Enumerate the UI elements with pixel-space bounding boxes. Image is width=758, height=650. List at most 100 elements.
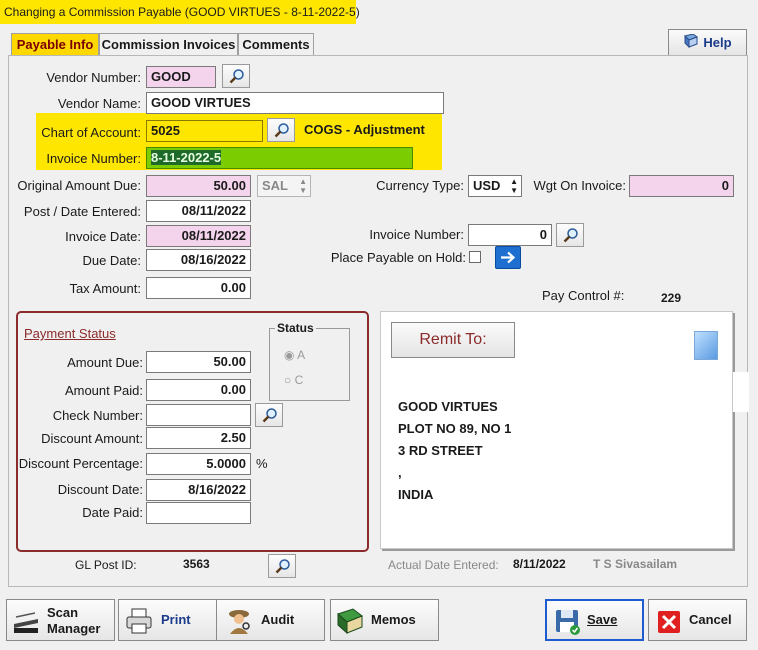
pay-control-value: 229: [661, 291, 682, 305]
original-amount-label: Original Amount Due:: [17, 178, 141, 193]
print-label: Print: [161, 612, 191, 627]
scan-label: Scan: [47, 605, 79, 620]
entered-by-user: T S Sivasailam: [593, 557, 678, 571]
spinner-arrows-icon: ▲ ▼: [299, 177, 307, 195]
currency-select[interactable]: USD ▲ ▼: [468, 175, 522, 197]
invoice-date-label: Invoice Date:: [65, 229, 141, 244]
document-icon[interactable]: [694, 331, 718, 360]
magnifier-icon: [563, 228, 578, 243]
printer-icon: [126, 608, 152, 634]
invoice-number2-field[interactable]: 0: [468, 224, 552, 246]
remit-line: PLOT NO 89, NO 1: [398, 421, 512, 436]
discount-amount-label: Discount Amount:: [41, 431, 143, 446]
payment-status-title: Payment Status: [24, 326, 116, 341]
remit-address: GOOD VIRTUES PLOT NO 89, NO 1 3 RD STREE…: [398, 396, 511, 506]
original-amount-field[interactable]: 50.00: [146, 175, 251, 197]
due-date-field[interactable]: 08/16/2022: [146, 249, 251, 271]
vendor-name-field[interactable]: GOOD VIRTUES: [146, 92, 444, 114]
amount-due-field[interactable]: 50.00: [146, 351, 251, 373]
spinner-arrows-icon: ▲ ▼: [510, 177, 518, 195]
window-title: Changing a Commission Payable (GOOD VIRT…: [0, 0, 360, 24]
detective-icon: [229, 610, 250, 634]
invoice-number2-label: Invoice Number:: [369, 227, 464, 242]
cancel-x-icon: [658, 611, 680, 633]
remit-line: 3 RD STREET: [398, 443, 483, 458]
remit-line: GOOD VIRTUES: [398, 399, 498, 414]
discount-percentage-label: Discount Percentage:: [18, 456, 143, 471]
check-number-lookup-button[interactable]: [255, 403, 283, 427]
audit-label: Audit: [261, 612, 295, 627]
actual-date-value: 8/11/2022: [513, 557, 566, 571]
date-paid-label: Date Paid:: [82, 505, 143, 520]
scroll-tab[interactable]: [733, 372, 749, 412]
status-option-a-label: A: [297, 348, 306, 362]
unit-select[interactable]: SAL ▲ ▼: [257, 175, 311, 197]
due-date-label: Due Date:: [82, 253, 141, 268]
hold-checkbox[interactable]: [469, 251, 481, 263]
remit-line: ,: [398, 465, 402, 480]
check-number-field[interactable]: [146, 404, 251, 426]
manager-label: Manager: [47, 621, 101, 636]
tax-amount-field[interactable]: 0.00: [146, 277, 251, 299]
vendor-lookup-button[interactable]: [222, 64, 250, 88]
remit-to-button[interactable]: Remit To:: [391, 322, 515, 358]
amount-due-label: Amount Due:: [67, 355, 143, 370]
cancel-button[interactable]: Cancel: [648, 599, 747, 641]
pay-control-label: Pay Control #:: [542, 288, 625, 303]
audit-button[interactable]: Audit: [216, 599, 325, 641]
invoice-number2-lookup-button[interactable]: [556, 223, 584, 247]
discount-percentage-field[interactable]: 5.0000: [146, 453, 251, 475]
account-lookup-button[interactable]: [267, 118, 295, 142]
invoice-number-selected-text: 8-11-2022-5: [151, 150, 222, 165]
status-title: Status: [275, 321, 316, 335]
percent-sign: %: [256, 456, 268, 471]
actual-date-label: Actual Date Entered:: [388, 558, 499, 572]
gl-post-id-label: GL Post ID:: [75, 558, 137, 572]
help-label: Help: [703, 35, 732, 50]
save-button[interactable]: Save: [545, 599, 644, 641]
magnifier-icon: [262, 408, 277, 423]
memos-label: Memos: [371, 612, 416, 627]
invoice-number-label: Invoice Number:: [46, 151, 141, 166]
help-button[interactable]: Help: [668, 29, 747, 57]
amount-paid-label: Amount Paid:: [64, 383, 143, 398]
invoice-date-field[interactable]: 08/11/2022: [146, 225, 251, 247]
invoice-number-field[interactable]: 8-11-2022-5: [146, 147, 413, 169]
hold-label: Place Payable on Hold:: [330, 250, 466, 265]
remit-line: INDIA: [398, 487, 434, 502]
arrow-right-icon: [501, 251, 516, 264]
print-button[interactable]: Print: [118, 599, 217, 641]
scan-manager-button[interactable]: Scan Manager: [6, 599, 115, 641]
discount-date-field[interactable]: 8/16/2022: [146, 479, 251, 501]
discount-amount-field[interactable]: 2.50: [146, 427, 251, 449]
gl-lookup-button[interactable]: [268, 554, 296, 578]
post-date-field[interactable]: 08/11/2022: [146, 200, 251, 222]
status-option-c-label: C: [294, 373, 304, 387]
account-description: COGS - Adjustment: [304, 122, 425, 137]
currency-value: USD: [473, 178, 501, 193]
chart-of-account-field[interactable]: 5025: [146, 120, 263, 142]
tab-commission-invoices[interactable]: Commission Invoices: [99, 33, 238, 56]
book-icon: [337, 608, 363, 635]
vendor-number-field[interactable]: GOOD: [146, 66, 216, 88]
magnifier-icon: [274, 123, 289, 138]
currency-type-label: Currency Type:: [376, 178, 464, 193]
magnifier-icon: [275, 559, 290, 574]
memos-button[interactable]: Memos: [330, 599, 439, 641]
amount-paid-field[interactable]: 0.00: [146, 379, 251, 401]
date-paid-field[interactable]: [146, 502, 251, 524]
tax-amount-label: Tax Amount:: [69, 281, 141, 296]
chart-of-account-label: Chart of Account:: [41, 125, 141, 140]
status-radio-c[interactable]: ○ C: [284, 373, 303, 387]
wgt-on-invoice-label: Wgt On Invoice:: [533, 178, 626, 193]
radio-unselected-icon: ○: [284, 373, 292, 387]
tab-payable-info[interactable]: Payable Info: [11, 33, 99, 57]
tab-comments[interactable]: Comments: [238, 33, 314, 56]
scanner-icon: [14, 612, 38, 633]
save-label: Save: [587, 612, 618, 627]
go-button[interactable]: [495, 246, 521, 269]
vendor-name-label: Vendor Name:: [57, 96, 141, 111]
status-group: [269, 328, 350, 401]
wgt-on-invoice-field[interactable]: 0: [629, 175, 734, 197]
status-radio-a[interactable]: ◉ A: [284, 348, 305, 362]
